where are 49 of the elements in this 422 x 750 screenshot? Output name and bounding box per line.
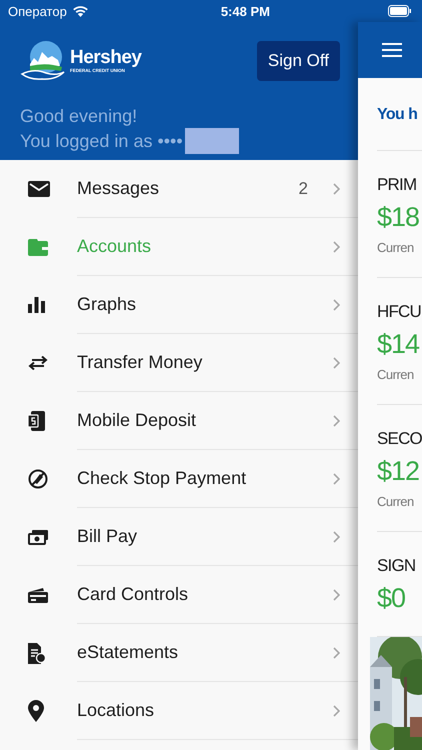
brand-name: Hershey — [70, 48, 142, 68]
bar-chart-icon — [28, 297, 45, 313]
summary-heading: You h — [377, 78, 422, 151]
menu-icon[interactable] — [382, 43, 402, 57]
menu-item[interactable]: Card Controls — [0, 566, 358, 624]
envelope-icon — [28, 181, 50, 197]
menu-item[interactable]: Bill Pay — [0, 508, 358, 566]
balance-caption: Curren — [377, 493, 415, 511]
account-balance: $18 — [377, 201, 420, 234]
chevron-icon — [333, 298, 340, 310]
balance-caption: Curren — [377, 366, 415, 384]
menu-item[interactable]: eStatements — [0, 624, 358, 682]
chevron-icon — [333, 414, 340, 426]
menu-item[interactable]: Mobile Deposit — [0, 392, 358, 450]
cash-icon — [28, 530, 48, 544]
chevron-icon — [333, 472, 340, 484]
account-balance: $14 — [377, 328, 420, 361]
redaction-mark — [184, 128, 239, 154]
location-pin-icon — [28, 700, 44, 722]
account-balance: $12 — [377, 455, 420, 488]
menu-item[interactable]: Messages 2 — [0, 160, 358, 218]
message-count: 2 — [298, 178, 308, 198]
account-name: HFCU — [377, 301, 422, 323]
chevron-icon — [333, 530, 340, 542]
wifi-icon — [72, 5, 89, 17]
sign-off-button[interactable]: Sign Off — [256, 41, 340, 81]
chevron-icon — [333, 182, 340, 194]
account-name: SIGN — [377, 555, 416, 577]
carrier-name: Оператор — [8, 4, 67, 18]
login-text: You logged in as •••• — [20, 130, 183, 153]
chevron-icon — [333, 588, 340, 600]
greeting-text: Good evening! — [20, 105, 138, 128]
balance-caption: Curren — [377, 239, 415, 257]
chevron-icon — [333, 646, 340, 658]
document-icon — [28, 642, 46, 664]
account-balance: $0 — [377, 582, 406, 615]
menu-item[interactable]: Locations — [0, 682, 358, 740]
transfer-icon — [28, 356, 48, 370]
status-time: 5:48 PM — [220, 4, 270, 18]
chevron-icon — [333, 704, 340, 716]
account-name: PRIM — [377, 174, 418, 196]
chevron-icon — [333, 240, 340, 252]
cards-icon — [28, 588, 48, 602]
no-check-icon — [28, 469, 48, 489]
wallet-icon — [28, 238, 48, 256]
chevron-icon — [333, 356, 340, 368]
battery-icon — [388, 5, 412, 17]
phone-deposit-icon — [28, 411, 46, 431]
account-name: SECO — [377, 428, 422, 450]
